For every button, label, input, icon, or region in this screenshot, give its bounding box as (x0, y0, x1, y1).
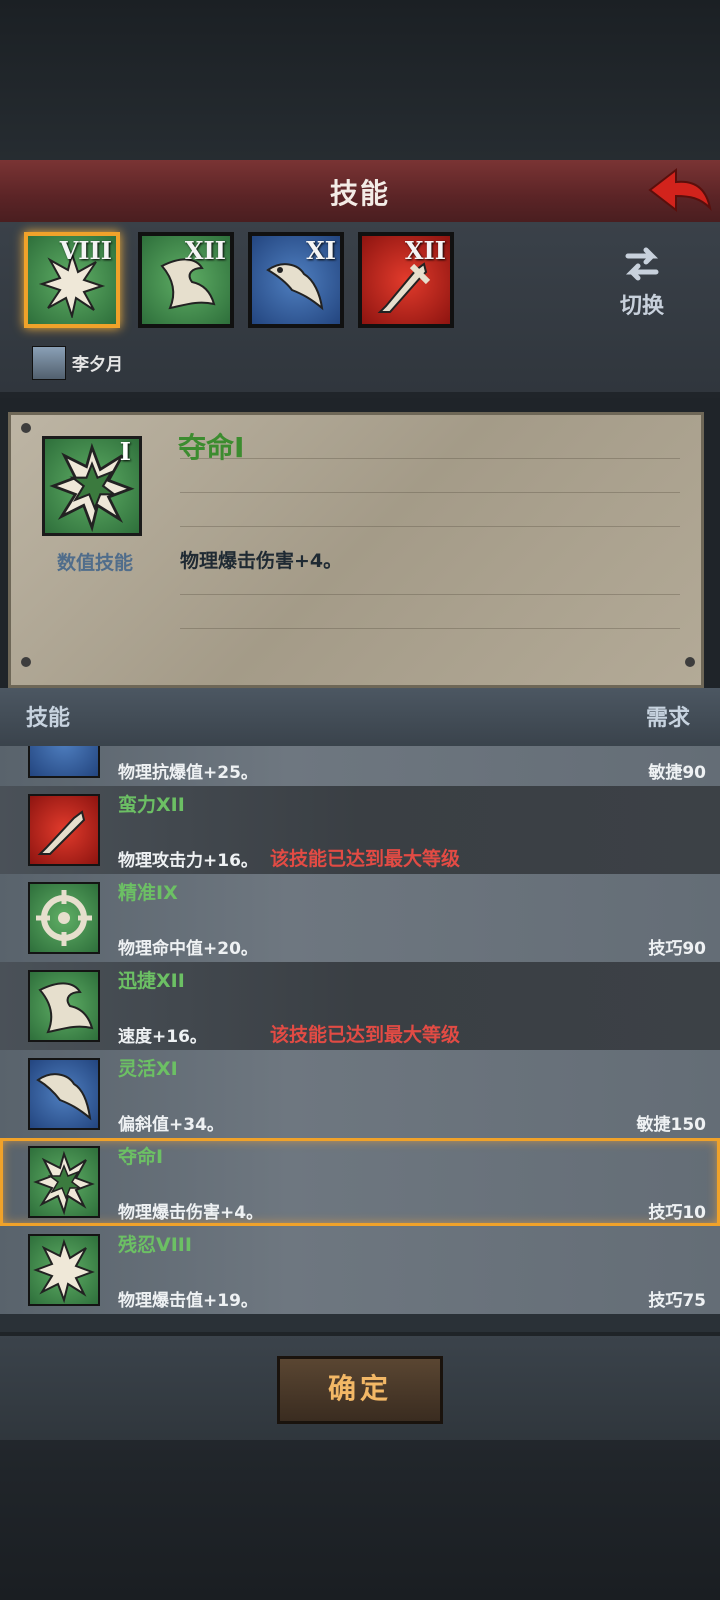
pin-icon (685, 657, 695, 667)
list-header-requirement: 需求 (645, 706, 690, 731)
burst-icon (28, 1234, 100, 1306)
tab-level: XII (184, 236, 226, 265)
feather-icon (28, 1058, 100, 1130)
row-name: 残忍VIII (118, 1234, 192, 1256)
row-name: 精准IX (118, 882, 178, 904)
row-requirement: 敏捷90 (648, 763, 706, 783)
list-item[interactable]: 物理抗爆值+25。 敏捷90 (0, 746, 720, 786)
character-name: 李夕月 (72, 355, 123, 375)
divider (180, 594, 680, 595)
divider (180, 458, 680, 459)
divider (180, 628, 680, 629)
top-backdrop (0, 0, 720, 160)
list-item[interactable]: 精准IX 物理命中值+20。 技巧90 (0, 874, 720, 962)
confirm-button[interactable]: 确定 (277, 1356, 443, 1424)
skill-tab-1[interactable]: VIII (24, 232, 120, 328)
row-description: 物理爆击值+19。 (118, 1291, 258, 1311)
list-item-selected[interactable]: 夺命I 物理爆击伤害+4。 技巧10 (0, 1138, 720, 1226)
switch-label: 切换 (619, 294, 664, 319)
max-level-notice: 该技能已达到最大等级 (270, 1024, 461, 1046)
detail-skill-icon: I (42, 436, 142, 536)
wing-icon (28, 970, 100, 1042)
divider (180, 526, 680, 527)
switch-button[interactable]: 切换 (606, 244, 678, 324)
row-description: 物理抗爆值+25。 (118, 763, 258, 783)
skill-tab-3[interactable]: XI (248, 232, 344, 328)
burst-icon (28, 1146, 100, 1218)
skill-type-label: 数值技能 (56, 552, 133, 574)
list-item[interactable]: 残忍VIII 物理爆击值+19。 技巧75 (0, 1226, 720, 1314)
row-name: 夺命I (118, 1146, 164, 1168)
tab-level: XII (404, 236, 446, 265)
list-item[interactable]: 蛮力XII 物理攻击力+16。 该技能已达到最大等级 (0, 786, 720, 874)
detail-level: I (119, 437, 131, 466)
list-item[interactable]: 灵活XI 偏斜值+34。 敏捷150 (0, 1050, 720, 1138)
row-description: 物理爆击伤害+4。 (118, 1203, 264, 1223)
row-description: 物理攻击力+16。 (118, 851, 258, 871)
list-header (0, 688, 720, 746)
divider (180, 492, 680, 493)
row-name: 蛮力XII (118, 794, 185, 816)
row-requirement: 技巧75 (648, 1291, 706, 1311)
row-requirement: 技巧90 (648, 939, 706, 959)
avatar (32, 346, 66, 380)
row-requirement: 敏捷150 (636, 1115, 707, 1135)
row-description: 偏斜值+34。 (118, 1115, 224, 1135)
target-icon (28, 882, 100, 954)
bottom-backdrop (0, 1440, 720, 1600)
row-name: 灵活XI (118, 1058, 178, 1080)
sword-icon (28, 794, 100, 866)
row-description: 物理命中值+20。 (118, 939, 258, 959)
swap-icon (625, 247, 659, 281)
pin-icon (21, 657, 31, 667)
back-button[interactable] (646, 164, 714, 216)
pin-icon (21, 423, 31, 433)
confirm-label: 确定 (327, 1372, 392, 1405)
max-level-notice: 该技能已达到最大等级 (270, 848, 461, 870)
detail-skill-name: 夺命I (178, 431, 245, 464)
wing-icon (28, 746, 100, 778)
list-item[interactable]: 迅捷XII 速度+16。 该技能已达到最大等级 (0, 962, 720, 1050)
tab-level: XI (306, 236, 336, 265)
list-header-skill: 技能 (26, 706, 71, 731)
row-requirement: 技巧10 (648, 1203, 706, 1223)
tab-level: VIII (59, 236, 112, 265)
detail-skill-description: 物理爆击伤害+4。 (180, 550, 343, 572)
page-title: 技能 (329, 177, 390, 210)
skill-list[interactable]: 物理抗爆值+25。 敏捷90 蛮力XII 物理攻击力+16。 该技能已达到最大等… (0, 746, 720, 1332)
row-name: 迅捷XII (118, 970, 185, 992)
back-arrow-icon (648, 167, 712, 213)
row-description: 速度+16。 (118, 1027, 207, 1047)
skill-tab-2[interactable]: XII (138, 232, 234, 328)
skill-tab-4[interactable]: XII (358, 232, 454, 328)
